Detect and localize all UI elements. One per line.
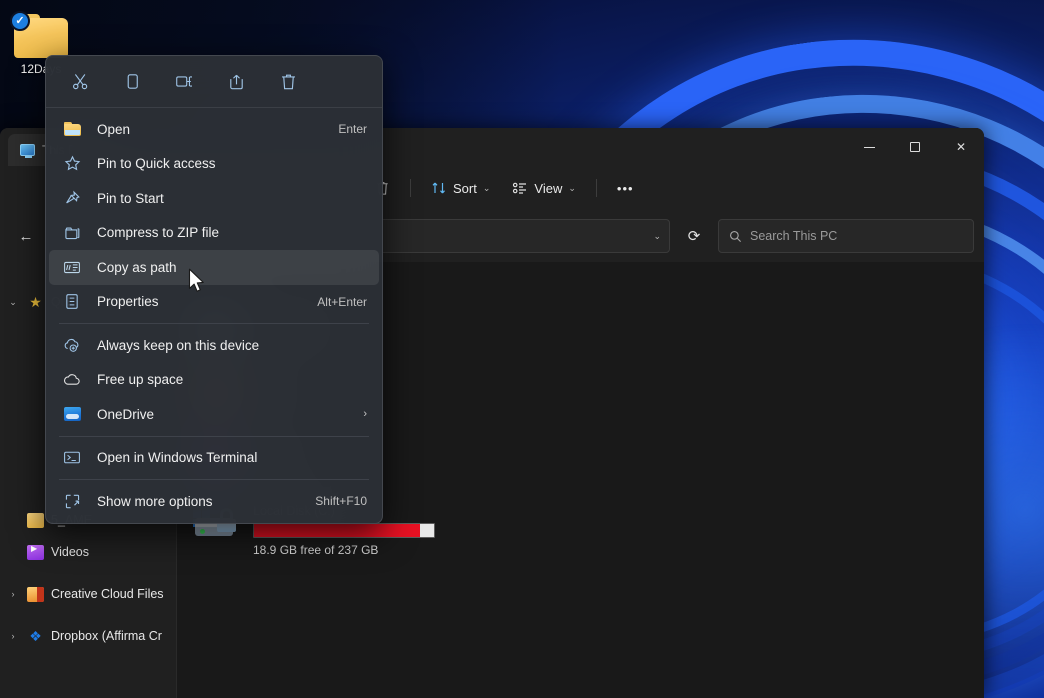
menu-item-open-in-windows-terminal[interactable]: Open in Windows Terminal (49, 441, 379, 476)
close-button[interactable]: ✕ (938, 128, 984, 166)
onedrive-icon (63, 405, 81, 423)
menu-item-free-up-space[interactable]: Free up space (49, 363, 379, 398)
sidebar-item-videos[interactable]: Videos (0, 536, 176, 568)
menu-item-properties[interactable]: Properties Alt+Enter (49, 285, 379, 320)
sidebar-item-dropbox[interactable]: › ❖ Dropbox (Affirma Cr (0, 620, 176, 652)
chevron-down-icon: ⌄ (483, 183, 491, 194)
cloud-keep-icon (63, 336, 81, 354)
menu-item-compress-to-zip[interactable]: Compress to ZIP file (49, 216, 379, 251)
drive-free-text: 18.9 GB free of 237 GB (253, 543, 435, 557)
menu-separator (59, 479, 369, 480)
ellipsis-icon: ••• (617, 181, 634, 196)
search-icon (729, 230, 742, 243)
sort-label: Sort (453, 181, 477, 196)
menu-item-always-keep-on-this-device[interactable]: Always keep on this device (49, 328, 379, 363)
menu-item-pin-to-quick-access[interactable]: Pin to Quick access (49, 147, 379, 182)
menu-item-label: Open in Windows Terminal (97, 450, 367, 465)
window-controls: ✕ (846, 128, 984, 166)
menu-item-onedrive[interactable]: OneDrive › (49, 397, 379, 432)
chevron-down-icon: ⌄ (568, 183, 576, 194)
pin-icon (63, 189, 81, 207)
search-box[interactable]: Search This PC (718, 219, 974, 253)
menu-item-show-more-options[interactable]: Show more options Shift+F10 (49, 484, 379, 519)
minimize-button[interactable] (846, 128, 892, 166)
share-icon[interactable] (214, 64, 258, 100)
menu-item-label: Properties (97, 294, 317, 309)
delete-icon[interactable] (266, 64, 310, 100)
menu-separator (59, 323, 369, 324)
more-options-icon (63, 492, 81, 510)
cloud-icon (63, 371, 81, 389)
view-label: View (534, 181, 562, 196)
view-button[interactable]: View ⌄ (502, 172, 586, 204)
maximize-button[interactable] (892, 128, 938, 166)
chevron-down-icon[interactable]: ⌄ (6, 297, 20, 308)
menu-item-label: Open (97, 122, 338, 137)
sidebar-item-label: Dropbox (Affirma Cr (51, 629, 162, 643)
folder-icon: ✓ (14, 14, 68, 58)
open-folder-icon (63, 120, 81, 138)
drive-capacity-bar (253, 523, 435, 538)
refresh-button[interactable]: ⟳ (678, 220, 710, 252)
sidebar-item-creative-cloud-files[interactable]: › Creative Cloud Files (0, 578, 176, 610)
chevron-down-icon[interactable]: ⌄ (653, 231, 661, 242)
terminal-icon (63, 449, 81, 467)
properties-icon (63, 293, 81, 311)
menu-item-label: Pin to Quick access (97, 156, 367, 171)
menu-item-open[interactable]: Open Enter (49, 112, 379, 147)
onedrive-sync-badge-icon: ✓ (10, 11, 30, 31)
rename-icon[interactable] (162, 64, 206, 100)
copy-icon[interactable] (110, 64, 154, 100)
sidebar-item-label: Videos (51, 545, 89, 559)
menu-item-label: Copy as path (97, 260, 367, 275)
context-menu-list: Open Enter Pin to Quick access (46, 108, 382, 523)
menu-item-label: OneDrive (97, 407, 363, 422)
zip-icon (63, 224, 81, 242)
menu-item-accel: Shift+F10 (315, 494, 367, 508)
menu-item-label: Show more options (97, 494, 315, 509)
dropbox-icon: ❖ (27, 628, 44, 645)
menu-item-pin-to-start[interactable]: Pin to Start (49, 181, 379, 216)
divider (596, 179, 597, 197)
divider (410, 179, 411, 197)
menu-item-copy-as-path[interactable]: Copy as path (49, 250, 379, 285)
chevron-right-icon[interactable]: › (6, 631, 20, 641)
folder-icon (27, 513, 44, 528)
sidebar-item-label: Creative Cloud Files (51, 587, 164, 601)
menu-item-label: Pin to Start (97, 191, 367, 206)
creative-cloud-icon (27, 587, 44, 602)
context-menu: Open Enter Pin to Quick access (45, 55, 383, 524)
drive-capacity-fill (254, 524, 420, 537)
star-icon: ★ (27, 294, 44, 311)
this-pc-icon (20, 144, 35, 156)
back-button[interactable]: ← (10, 220, 42, 252)
menu-item-label: Compress to ZIP file (97, 225, 367, 240)
menu-separator (59, 436, 369, 437)
menu-item-label: Always keep on this device (97, 338, 367, 353)
cut-icon[interactable] (58, 64, 102, 100)
sort-button[interactable]: Sort ⌄ (421, 172, 500, 204)
video-folder-icon (27, 545, 44, 560)
menu-item-accel: Enter (338, 122, 367, 136)
more-options-button[interactable]: ••• (607, 172, 644, 204)
context-menu-toolbar (46, 56, 382, 108)
chevron-right-icon[interactable]: › (6, 589, 20, 599)
copy-path-icon (63, 258, 81, 276)
desktop: ✓ 12Days This PC + ✕ (0, 0, 1044, 698)
star-icon (63, 155, 81, 173)
menu-item-label: Free up space (97, 372, 367, 387)
chevron-right-icon[interactable]: › (363, 408, 367, 420)
menu-item-accel: Alt+Enter (317, 295, 367, 309)
search-placeholder: Search This PC (750, 229, 837, 243)
